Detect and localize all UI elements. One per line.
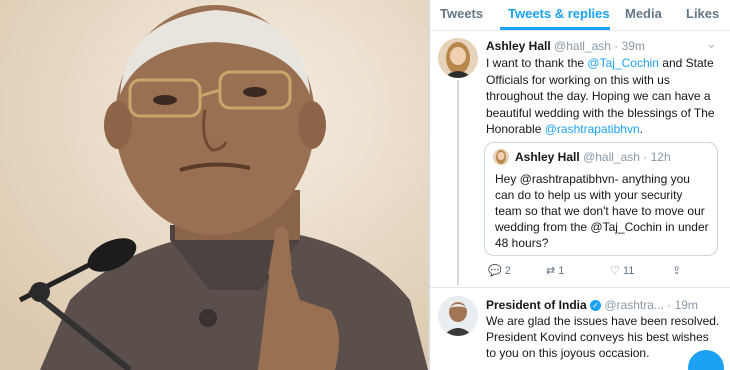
verified-badge-icon: ✓ [590, 300, 602, 311]
quoted-header: Ashley Hall @hall_ash · 12h [515, 149, 671, 165]
heart-icon: ♡ [610, 265, 620, 277]
mention-link[interactable]: @Taj_Cochin [587, 56, 659, 70]
chevron-down-icon[interactable]: ⌄ [706, 36, 717, 52]
thread-connector [457, 80, 459, 285]
quoted-text: Hey @rashtrapatibhvn- anything you can d… [495, 172, 709, 250]
tab-media[interactable]: Media [625, 6, 662, 21]
tweet-text-part: I want to thank the [486, 56, 588, 70]
share-icon: ⇪ [672, 265, 682, 277]
tab-tweets-replies[interactable]: Tweets & replies [508, 6, 610, 21]
tweet-separator [430, 287, 730, 288]
retweet-count: 1 [558, 265, 565, 277]
tweet2-header: President of India ✓ @rashtra... · 19m [486, 297, 726, 313]
share-button[interactable]: ⇪ [672, 264, 681, 277]
like-button[interactable]: ♡ 11 [610, 264, 634, 277]
mention-link[interactable]: @rashtrapatibhvn [545, 122, 640, 136]
profile-tabs: Tweets Tweets & replies Media Likes [430, 0, 730, 31]
tweet-handle-time: @hall_ash · 39m [554, 39, 645, 53]
photo-illustration [0, 0, 428, 370]
tweet-header: Ashley Hall @hall_ash · 39m [486, 38, 722, 54]
tab-likes[interactable]: Likes [686, 6, 719, 21]
president-avatar[interactable] [438, 296, 478, 336]
retweet-icon: ⇄ [546, 265, 556, 277]
ashley-avatar-art [438, 38, 478, 78]
tweet-text-part: . [639, 122, 643, 136]
tweet2-author-name[interactable]: President of India [486, 298, 587, 312]
active-tab-indicator [500, 27, 610, 30]
tweet2-text: We are glad the issues have been resolve… [486, 314, 720, 360]
retweet-button[interactable]: ⇄ 1 [546, 264, 564, 277]
reply-button[interactable]: 💬 2 [488, 264, 511, 277]
quoted-avatar [493, 149, 509, 165]
reply-count: 2 [504, 265, 511, 277]
ashley-hall-avatar[interactable] [438, 38, 478, 78]
tab-tweets[interactable]: Tweets [440, 6, 483, 21]
reply-icon: 💬 [488, 265, 502, 277]
quoted-tweet[interactable]: Ashley Hall @hall_ash · 12h Hey @rashtra… [484, 142, 718, 256]
quoted-avatar-art [493, 149, 509, 165]
quoted-author-name: Ashley Hall [515, 150, 580, 164]
like-count: 11 [622, 265, 635, 277]
tweet-author-name[interactable]: Ashley Hall [486, 39, 551, 53]
tweet2-handle-time: @rashtra... · 19m [604, 298, 698, 312]
news-photo [0, 0, 428, 370]
tweet-text: I want to thank the @Taj_Cochin and Stat… [486, 55, 722, 138]
tweet-actions: 💬 2 ⇄ 1 ♡ 11 ⇪ [488, 264, 718, 280]
president-avatar-art [438, 296, 478, 336]
quoted-handle-time: @hall_ash · 12h [583, 150, 671, 164]
twitter-panel: Tweets Tweets & replies Media Likes Ashl… [430, 0, 730, 370]
